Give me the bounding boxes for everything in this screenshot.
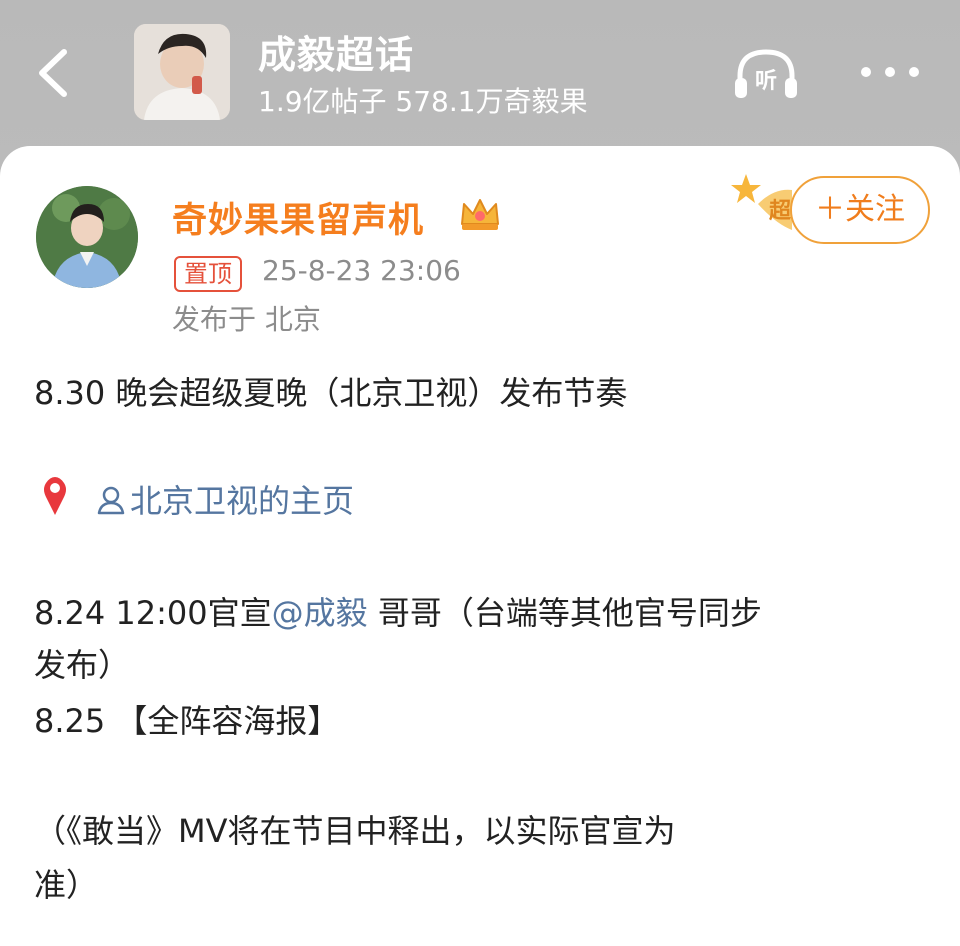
- topic-thumbnail[interactable]: [134, 24, 230, 120]
- post-text-line: 8.24 12:00官宣@成毅 哥哥（台端等其他官号同步: [34, 588, 762, 634]
- svg-text:听: 听: [755, 69, 777, 94]
- post-time: 25-8-23 23:06: [262, 254, 461, 287]
- more-dots-icon: [861, 67, 919, 77]
- follow-button[interactable]: ＋关注: [790, 176, 930, 244]
- post-text-segment: 8.24 12:00官宣: [34, 594, 272, 632]
- post-location: 发布于 北京: [172, 303, 321, 336]
- pinned-badge: 置顶: [174, 256, 242, 292]
- topic-header: 成毅超话 1.9亿帖子 578.1万奇毅果 听: [0, 0, 960, 150]
- post-text-line: 8.30 晚会超级夏晚（北京卫视）发布节奏: [34, 374, 628, 412]
- post-text-line: （《敢当》MV将在节目中释出，以实际官宣为: [34, 812, 676, 850]
- location-pin-icon: [44, 477, 66, 515]
- home-link-label: 北京卫视的主页: [130, 482, 355, 520]
- back-arrow-icon: [39, 49, 67, 97]
- svg-text:超: 超: [769, 199, 792, 224]
- topic-title: 成毅超话: [258, 33, 415, 77]
- avatar-image: [36, 186, 138, 288]
- post-text-segment: 哥哥（台端等其他官号同步: [367, 594, 762, 632]
- topic-stats: 1.9亿帖子 578.1万奇毅果: [258, 85, 588, 118]
- person-icon: [97, 486, 125, 515]
- post-card: 奇妙果果留声机 超 ＋关注 置顶 25-8-23 23:06 发布于 北京 8.…: [0, 146, 960, 946]
- listen-button[interactable]: 听: [732, 44, 800, 104]
- topic-thumbnail-image: [134, 24, 230, 120]
- back-button[interactable]: [30, 44, 82, 102]
- headphones-listen-icon: 听: [735, 49, 797, 98]
- beijing-tv-home-link[interactable]: 北京卫视的主页: [96, 476, 354, 522]
- post-text-line: 发布）: [34, 646, 131, 684]
- author-name[interactable]: 奇妙果果留声机: [172, 192, 424, 243]
- author-avatar[interactable]: [36, 186, 138, 288]
- mention-link[interactable]: @成毅: [272, 594, 368, 632]
- more-button[interactable]: [858, 54, 922, 90]
- post-text-line: 准）: [34, 866, 99, 904]
- crown-icon: [461, 199, 499, 230]
- follow-area: 超 ＋关注: [730, 170, 940, 250]
- post-text-line: 8.25 【全阵容海报】: [34, 702, 340, 740]
